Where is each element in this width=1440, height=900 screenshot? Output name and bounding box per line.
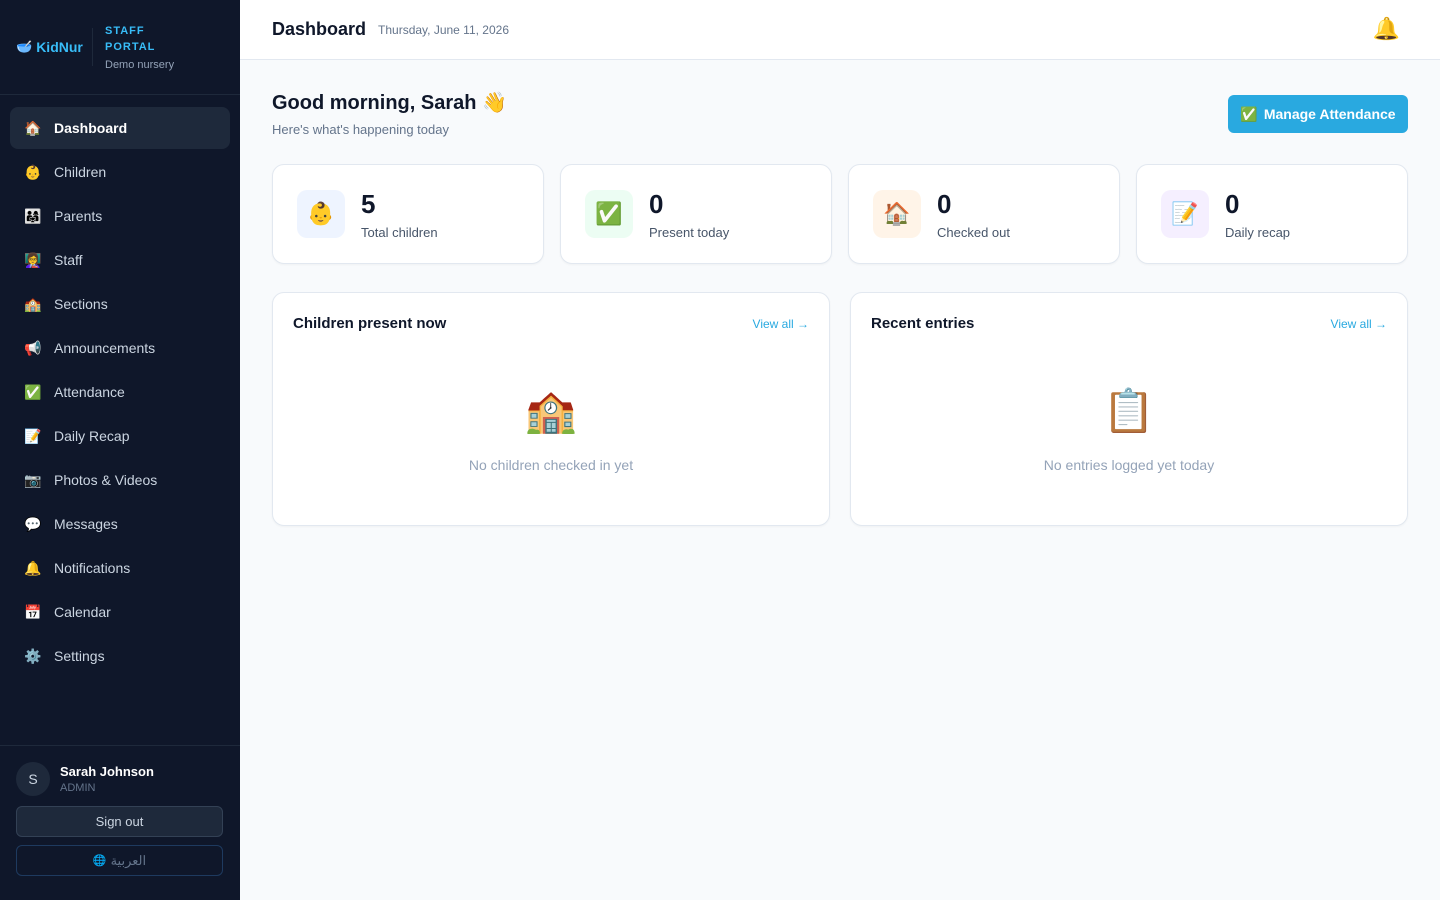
home-icon: 🏠	[24, 119, 42, 136]
language-toggle-button[interactable]: 🌐 العربية	[16, 845, 223, 876]
topbar: Dashboard Thursday, June 11, 2026 🔔	[240, 0, 1440, 60]
greeting-section: Good morning, Sarah 👋 Here's what's happ…	[272, 60, 1408, 164]
portal-label: STAFF PORTAL	[105, 25, 156, 53]
app-logo[interactable]: 🥣 KidNur	[16, 39, 92, 55]
teacher-icon: 👩‍🏫	[24, 251, 42, 268]
stat-card-daily-recap: 📝 0 Daily recap	[1136, 164, 1408, 264]
sidebar-item-photos-videos[interactable]: 📷 Photos & Videos	[10, 459, 230, 501]
baby-icon: 👶	[24, 163, 42, 180]
school-icon: 🏫	[24, 295, 42, 312]
manage-attendance-button[interactable]: ✅ Manage Attendance	[1228, 95, 1408, 133]
recent-entries-panel: Recent entries View all → 📋 No entries l…	[850, 292, 1408, 526]
sidebar-item-label: Sections	[54, 296, 108, 312]
sidebar-item-children[interactable]: 👶 Children	[10, 151, 230, 193]
empty-state-text: No entries logged yet today	[1043, 457, 1215, 473]
user-profile: S Sarah Johnson ADMIN	[16, 762, 224, 796]
user-role: ADMIN	[60, 782, 96, 794]
panels-row: Children present now View all → 🏫 No chi…	[272, 292, 1408, 526]
panel-title: Children present now	[293, 315, 447, 332]
sidebar-item-parents[interactable]: 👨‍👩‍👧 Parents	[10, 195, 230, 237]
brand-header: 🥣 KidNur STAFF PORTAL Demo nursery	[0, 0, 240, 95]
brand-text: STAFF PORTAL Demo nursery	[105, 23, 174, 71]
sidebar-item-calendar[interactable]: 📅 Calendar	[10, 591, 230, 633]
empty-state-text: No children checked in yet	[468, 457, 634, 473]
baby-icon: 👶	[297, 190, 345, 238]
greeting-title: Good morning, Sarah 👋	[272, 92, 507, 114]
calendar-icon: 📅	[24, 603, 42, 620]
sidebar-item-dashboard[interactable]: 🏠 Dashboard	[10, 107, 230, 149]
stat-card-checked-out: 🏠 0 Checked out	[848, 164, 1120, 264]
sign-out-button[interactable]: Sign out	[16, 806, 223, 837]
stat-card-total-children: 👶 5 Total children	[272, 164, 544, 264]
logo-text: KidNur	[36, 39, 83, 55]
megaphone-icon: 📢	[24, 339, 42, 356]
page-title: Dashboard	[272, 19, 367, 39]
sidebar-item-staff[interactable]: 👩‍🏫 Staff	[10, 239, 230, 281]
sidebar-footer: S Sarah Johnson ADMIN Sign out 🌐 العربية	[0, 745, 240, 900]
home-icon: 🏠	[873, 190, 921, 238]
stat-value: 5	[361, 188, 376, 219]
view-all-children-link[interactable]: View all →	[753, 317, 809, 331]
sidebar-item-label: Daily Recap	[54, 428, 130, 444]
stat-label: Present today	[649, 224, 730, 240]
avatar: S	[16, 762, 50, 796]
nursery-name: Demo nursery	[105, 59, 175, 71]
sidebar-nav: 🏠 Dashboard 👶 Children 👨‍👩‍👧 Parents 👩‍🏫 Sta…	[0, 95, 240, 691]
greeting-subtitle: Here's what's happening today	[272, 122, 449, 137]
sidebar-item-label: Staff	[54, 252, 83, 268]
stat-value: 0	[937, 188, 952, 219]
camera-icon: 📷	[24, 471, 42, 488]
sidebar-item-attendance[interactable]: ✅ Attendance	[10, 371, 230, 413]
bell-icon: 🔔	[24, 559, 42, 576]
sidebar-item-announcements[interactable]: 📢 Announcements	[10, 327, 230, 369]
school-icon: 🏫	[524, 387, 578, 434]
globe-icon: 🌐	[92, 855, 107, 867]
view-all-entries-link[interactable]: View all →	[1331, 317, 1387, 331]
memo-icon: 📝	[24, 427, 42, 444]
stat-card-present-today: ✅ 0 Present today	[560, 164, 832, 264]
sidebar-item-label: Announcements	[54, 340, 156, 356]
sidebar-item-label: Dashboard	[54, 120, 128, 136]
memo-icon: 📝	[1161, 190, 1209, 238]
clipboard-icon: 📋	[1102, 387, 1156, 434]
checkmark-icon: ✅	[24, 383, 42, 400]
gear-icon: ⚙️	[24, 647, 42, 664]
sidebar-item-label: Attendance	[54, 384, 125, 400]
sidebar-item-notifications[interactable]: 🔔 Notifications	[10, 547, 230, 589]
current-date: Thursday, June 11, 2026	[378, 22, 510, 37]
sidebar-item-label: Notifications	[54, 560, 131, 576]
sidebar-item-daily-recap[interactable]: 📝 Daily Recap	[10, 415, 230, 457]
sidebar-item-label: Messages	[54, 516, 118, 532]
stat-value: 0	[1225, 188, 1240, 219]
manage-attendance-label: Manage Attendance	[1263, 106, 1396, 122]
sidebar: 🥣 KidNur STAFF PORTAL Demo nursery 🏠 Dash…	[0, 0, 240, 900]
stat-label: Daily recap	[1225, 224, 1291, 240]
language-label: العربية	[110, 852, 147, 868]
stat-label: Total children	[361, 224, 438, 240]
sidebar-item-label: Parents	[54, 208, 103, 224]
speech-bubble-icon: 💬	[24, 515, 42, 532]
stat-label: Checked out	[937, 224, 1010, 240]
checkmark-icon: ✅	[585, 190, 633, 238]
sidebar-item-label: Settings	[54, 648, 105, 664]
notification-bell-icon[interactable]: 🔔	[1373, 16, 1400, 42]
sidebar-item-label: Photos & Videos	[54, 472, 158, 488]
user-name: Sarah Johnson	[60, 764, 154, 779]
brand-divider	[92, 28, 93, 66]
sidebar-item-messages[interactable]: 💬 Messages	[10, 503, 230, 545]
children-present-panel: Children present now View all → 🏫 No chi…	[272, 292, 830, 526]
main-content: Good morning, Sarah 👋 Here's what's happ…	[272, 60, 1408, 526]
stats-row: 👶 5 Total children ✅ 0 Present today 🏠 0 Ch…	[272, 164, 1408, 264]
panel-title: Recent entries	[871, 315, 975, 332]
bowl-logo-icon: 🥣	[16, 39, 33, 54]
sidebar-item-label: Children	[54, 164, 107, 180]
sidebar-item-settings[interactable]: ⚙️ Settings	[10, 635, 230, 677]
sidebar-item-label: Calendar	[54, 604, 111, 620]
stat-value: 0	[649, 188, 664, 219]
sidebar-item-sections[interactable]: 🏫 Sections	[10, 283, 230, 325]
checkmark-icon: ✅	[1240, 105, 1258, 122]
family-icon: 👨‍👩‍👧	[24, 207, 42, 224]
